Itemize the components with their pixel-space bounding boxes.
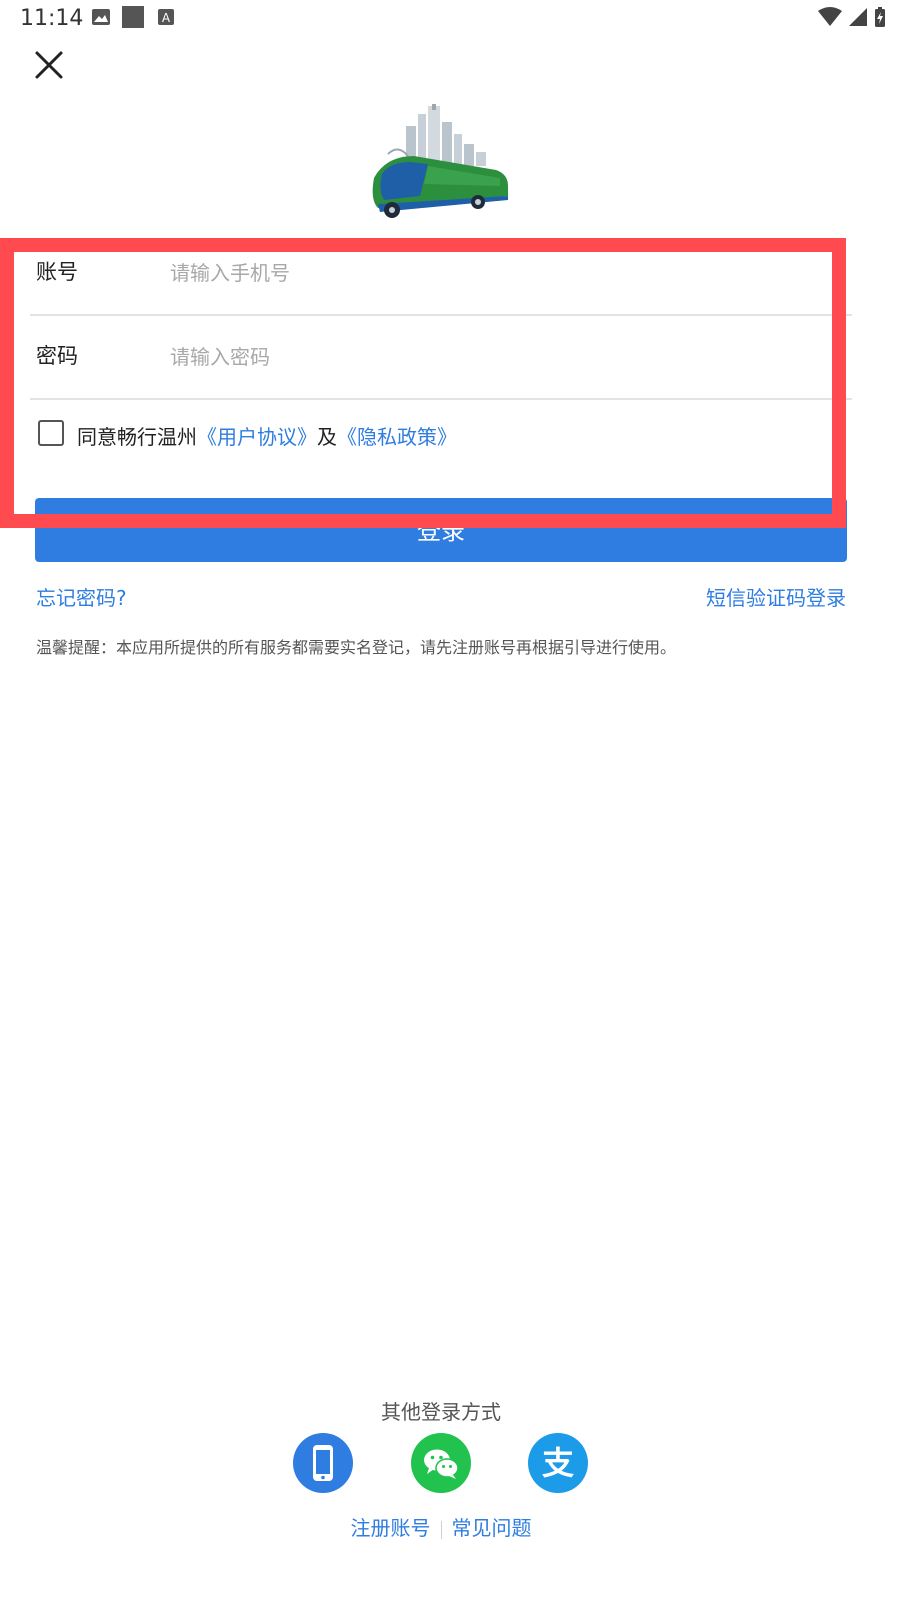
other-login-title: 其他登录方式 <box>381 1400 501 1424</box>
privacy-policy-link[interactable]: 《隐私政策》 <box>337 425 457 449</box>
password-label: 密码 <box>36 344 78 368</box>
phone-icon <box>313 1445 333 1481</box>
sms-login-link[interactable]: 短信验证码登录 <box>706 582 846 611</box>
login-button[interactable]: 登录 <box>35 498 847 562</box>
account-label: 账号 <box>36 260 78 284</box>
app-logo <box>372 104 508 218</box>
phone-input[interactable] <box>168 250 832 296</box>
and-text: 及 <box>317 425 337 449</box>
font-a-icon: A <box>158 9 174 25</box>
wechat-login-button[interactable] <box>411 1433 471 1493</box>
register-link[interactable]: 注册账号 <box>351 1516 431 1540</box>
status-time: 11:14 <box>20 6 84 31</box>
alipay-icon: 支 <box>542 1444 574 1482</box>
reminder-text: 温馨提醒：本应用所提供的所有服务都需要实名登记，请先注册账号再根据引导进行使用。 <box>36 638 677 657</box>
svg-text:支: 支 <box>542 1444 574 1482</box>
forgot-password-link[interactable]: 忘记密码? <box>36 582 127 611</box>
password-row: 密码 <box>30 314 852 400</box>
faq-link[interactable]: 常见问题 <box>452 1516 532 1540</box>
bottom-links: 注册账号 常见问题 <box>0 1512 882 1541</box>
image-icon <box>92 9 110 25</box>
close-icon[interactable] <box>32 48 66 82</box>
square-icon <box>122 6 144 28</box>
password-input[interactable] <box>168 334 832 380</box>
agree-prefix: 同意畅行温州 <box>77 425 197 449</box>
alipay-login-button[interactable]: 支 <box>528 1433 588 1493</box>
wechat-icon <box>424 1449 459 1479</box>
signal-icon <box>849 8 867 26</box>
status-right-icons <box>818 6 886 28</box>
account-row: 账号 <box>30 230 852 316</box>
agree-checkbox[interactable] <box>38 420 64 446</box>
wifi-icon <box>818 7 842 26</box>
user-agreement-link[interactable]: 《用户协议》 <box>197 425 317 449</box>
agreement-text: 同意畅行温州《用户协议》及《隐私政策》 <box>77 421 457 450</box>
svg-text:A: A <box>162 11 171 25</box>
phone-login-button[interactable] <box>293 1433 353 1493</box>
link-divider <box>440 1520 442 1539</box>
battery-icon <box>875 7 885 27</box>
